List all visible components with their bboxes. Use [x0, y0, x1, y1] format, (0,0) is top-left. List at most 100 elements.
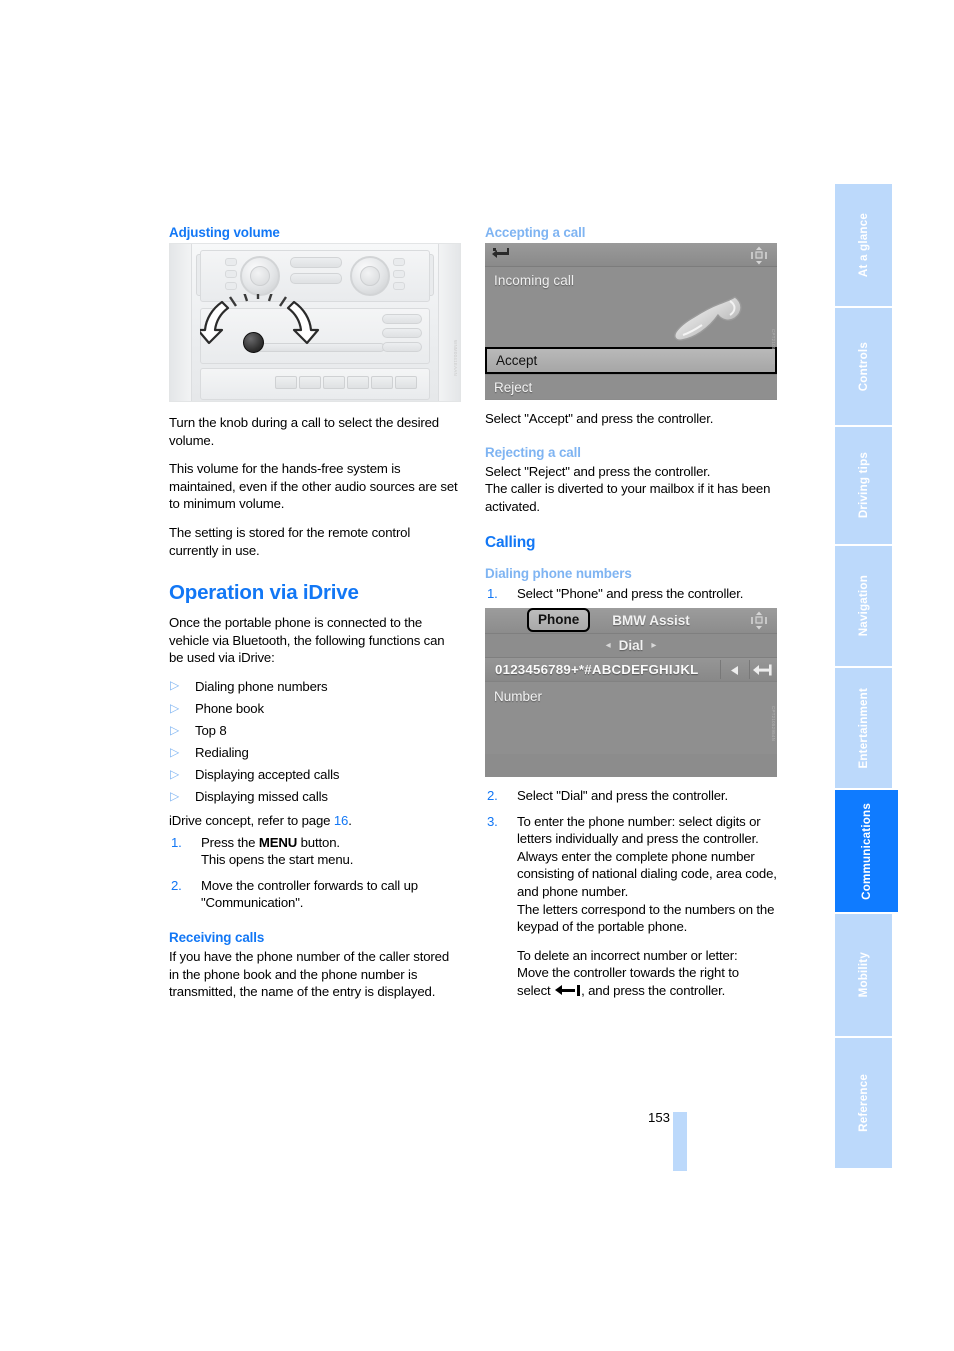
figure-reference-code: CPT21051954N [771, 329, 776, 365]
menu-item-reject[interactable]: Reject [485, 374, 777, 399]
step-text: Select "Dial" and press the controller. [517, 787, 728, 803]
sidebar-tab-driving-tips[interactable]: Driving tips [835, 427, 892, 546]
heading-adjusting-volume: Adjusting volume [169, 225, 280, 240]
step-number: 3. [487, 813, 498, 829]
left-chevron-icon[interactable]: ◂ [606, 640, 611, 651]
list-item: 1. Press the MENU button. This opens the… [169, 834, 461, 869]
tab-phone[interactable]: Phone [527, 608, 591, 633]
step-number: 2. [171, 877, 182, 893]
triangle-bullet-icon: ▷ [170, 788, 180, 803]
sidebar-tab-label: At a glance [857, 212, 870, 278]
backspace-arrow-icon [555, 984, 581, 997]
step-number: 1. [487, 586, 498, 602]
para-select-accept: Select "Accept" and press the controller… [485, 411, 714, 426]
dial-row[interactable]: ◂ Dial ▸ [485, 632, 777, 657]
page-reference-link[interactable]: 16 [334, 813, 349, 828]
triangle-bullet-icon: ▷ [170, 722, 180, 737]
tab-bmw-assist[interactable]: BMW Assist [612, 613, 690, 628]
number-label: Number [494, 688, 543, 704]
idrive-function-list: ▷ Dialing phone numbers ▷ Phone book ▷ T… [169, 678, 461, 806]
list-item-label: Redialing [195, 745, 249, 761]
tab-label: Phone [538, 612, 580, 628]
menu-item-label: Accept [496, 353, 538, 368]
sidebar-tab-controls[interactable]: Controls [835, 308, 892, 427]
step-text: Select "Phone" and press the controller. [517, 586, 744, 602]
step-text-block-3: To delete an incorrect number or letter:… [517, 947, 777, 1000]
dial-label: Dial [618, 637, 644, 653]
tab-label: BMW Assist [612, 612, 690, 628]
volume-rotation-arrows-icon [200, 294, 320, 345]
list-item-label: Dialing phone numbers [195, 678, 328, 694]
page-number-accent-bar [673, 1112, 687, 1171]
right-column: Accepting a call Incoming call Accept Re… [485, 225, 777, 1008]
step-text-block-2: The letters correspond to the numbers on… [517, 901, 775, 935]
heading-operation-via-idrive: Operation via iDrive [169, 581, 359, 605]
page-number: 153 [647, 1110, 670, 1125]
idrive-concept-text: iDrive concept, refer to page [169, 813, 334, 828]
step-text-post: button. [297, 834, 340, 850]
list-item-label: Phone book [195, 701, 264, 717]
heading-receiving-calls: Receiving calls [169, 929, 265, 945]
para-receiving-calls: If you have the phone number of the call… [169, 948, 450, 1000]
para-select-reject: Select "Reject" and press the controller… [485, 463, 777, 516]
heading-accepting-a-call: Accepting a call [485, 225, 586, 240]
list-item: ▷ Phone book [169, 700, 461, 718]
step-text: Move the controller forwards to call up … [201, 877, 418, 911]
delete-instruction-line3-post: , and press the controller. [581, 982, 726, 998]
incoming-call-title: Incoming call [494, 273, 575, 288]
sidebar-tab-label: Mobility [857, 952, 870, 998]
list-item: ▷ Displaying missed calls [169, 788, 461, 806]
step-number: 2. [487, 787, 498, 803]
sidebar-tab-label: Entertainment [857, 687, 870, 769]
para-setting-stored: The setting is stored for the remote con… [169, 524, 411, 558]
idrive-phone-dial-screen: Phone BMW Assist ◂ Dial ▸ 0123456789+*#A… [485, 607, 777, 777]
right-chevron-icon[interactable]: ▸ [651, 640, 656, 651]
number-entry-area[interactable]: Number [485, 680, 777, 754]
four-way-controller-icon [751, 611, 767, 630]
list-item: 3. To enter the phone number: select dig… [485, 813, 777, 1000]
character-strip[interactable]: 0123456789+*#ABCDEFGHIJKL [495, 662, 698, 677]
dial-step-1-list: 1. Select "Phone" and press the controll… [485, 585, 777, 603]
sidebar-tab-label: Navigation [857, 575, 870, 637]
list-item-label: Top 8 [195, 723, 227, 739]
backspace-arrow-icon[interactable] [753, 664, 773, 676]
list-item-label: Displaying accepted calls [195, 767, 340, 783]
list-item-label: Displaying missed calls [195, 789, 328, 805]
list-item: 2. Move the controller forwards to call … [169, 877, 461, 912]
triangle-bullet-icon: ▷ [170, 744, 180, 759]
para-turn-knob: Turn the knob during a call to select th… [169, 415, 439, 448]
sidebar-tab-label: Reference [857, 1074, 870, 1132]
delete-instruction-line1: To delete an incorrect number or letter: [517, 947, 738, 963]
sidebar-tab-communications[interactable]: Communications [835, 790, 898, 914]
sidebar-tab-label: Controls [857, 341, 870, 392]
center-console-volume-knob-illustration: WNM0041EAAN [169, 243, 461, 402]
sidebar-tab-entertainment[interactable]: Entertainment [835, 668, 892, 790]
sidebar-tab-mobility[interactable]: Mobility [835, 914, 892, 1038]
sidebar-tab-navigation[interactable]: Navigation [835, 546, 892, 668]
para-idrive-concept-reference: iDrive concept, refer to page 16. [169, 812, 461, 830]
delete-instruction-line3-pre: select [517, 982, 555, 998]
manual-page: Adjusting volume WNM0041EAAN Turn the kn… [0, 0, 954, 1351]
heading-dialing-phone-numbers: Dialing phone numbers [485, 566, 632, 582]
menu-item-label: Reject [494, 379, 533, 395]
four-way-controller-icon [751, 246, 767, 265]
list-item: 1. Select "Phone" and press the controll… [485, 585, 777, 603]
triangle-bullet-icon: ▷ [170, 766, 180, 781]
figure-reference-code: CPT21052954N [771, 705, 776, 742]
triangle-bullet-icon: ▷ [170, 700, 180, 715]
sidebar-tab-at-a-glance[interactable]: At a glance [835, 184, 892, 308]
heading-rejecting-a-call: Rejecting a call [485, 444, 581, 460]
idrive-concept-period: . [348, 813, 352, 828]
list-item: ▷ Displaying accepted calls [169, 766, 461, 784]
list-item: ▷ Redialing [169, 744, 461, 762]
character-strip-row[interactable]: 0123456789+*#ABCDEFGHIJKL [485, 656, 777, 681]
left-triangle-icon[interactable] [730, 665, 741, 676]
idrive-steps-list: 1. Press the MENU button. This opens the… [169, 834, 461, 912]
sidebar-tab-label: Communications [860, 802, 873, 900]
step-text-line2: This opens the start menu. [201, 852, 354, 868]
idrive-tab-bar: Phone BMW Assist [485, 607, 777, 633]
para-idrive-intro: Once the portable phone is connected to … [169, 615, 445, 666]
sidebar-tab-reference[interactable]: Reference [835, 1038, 892, 1168]
idrive-status-bar [485, 243, 777, 267]
figure-reference-code: WNM0041EAAN [453, 340, 458, 376]
